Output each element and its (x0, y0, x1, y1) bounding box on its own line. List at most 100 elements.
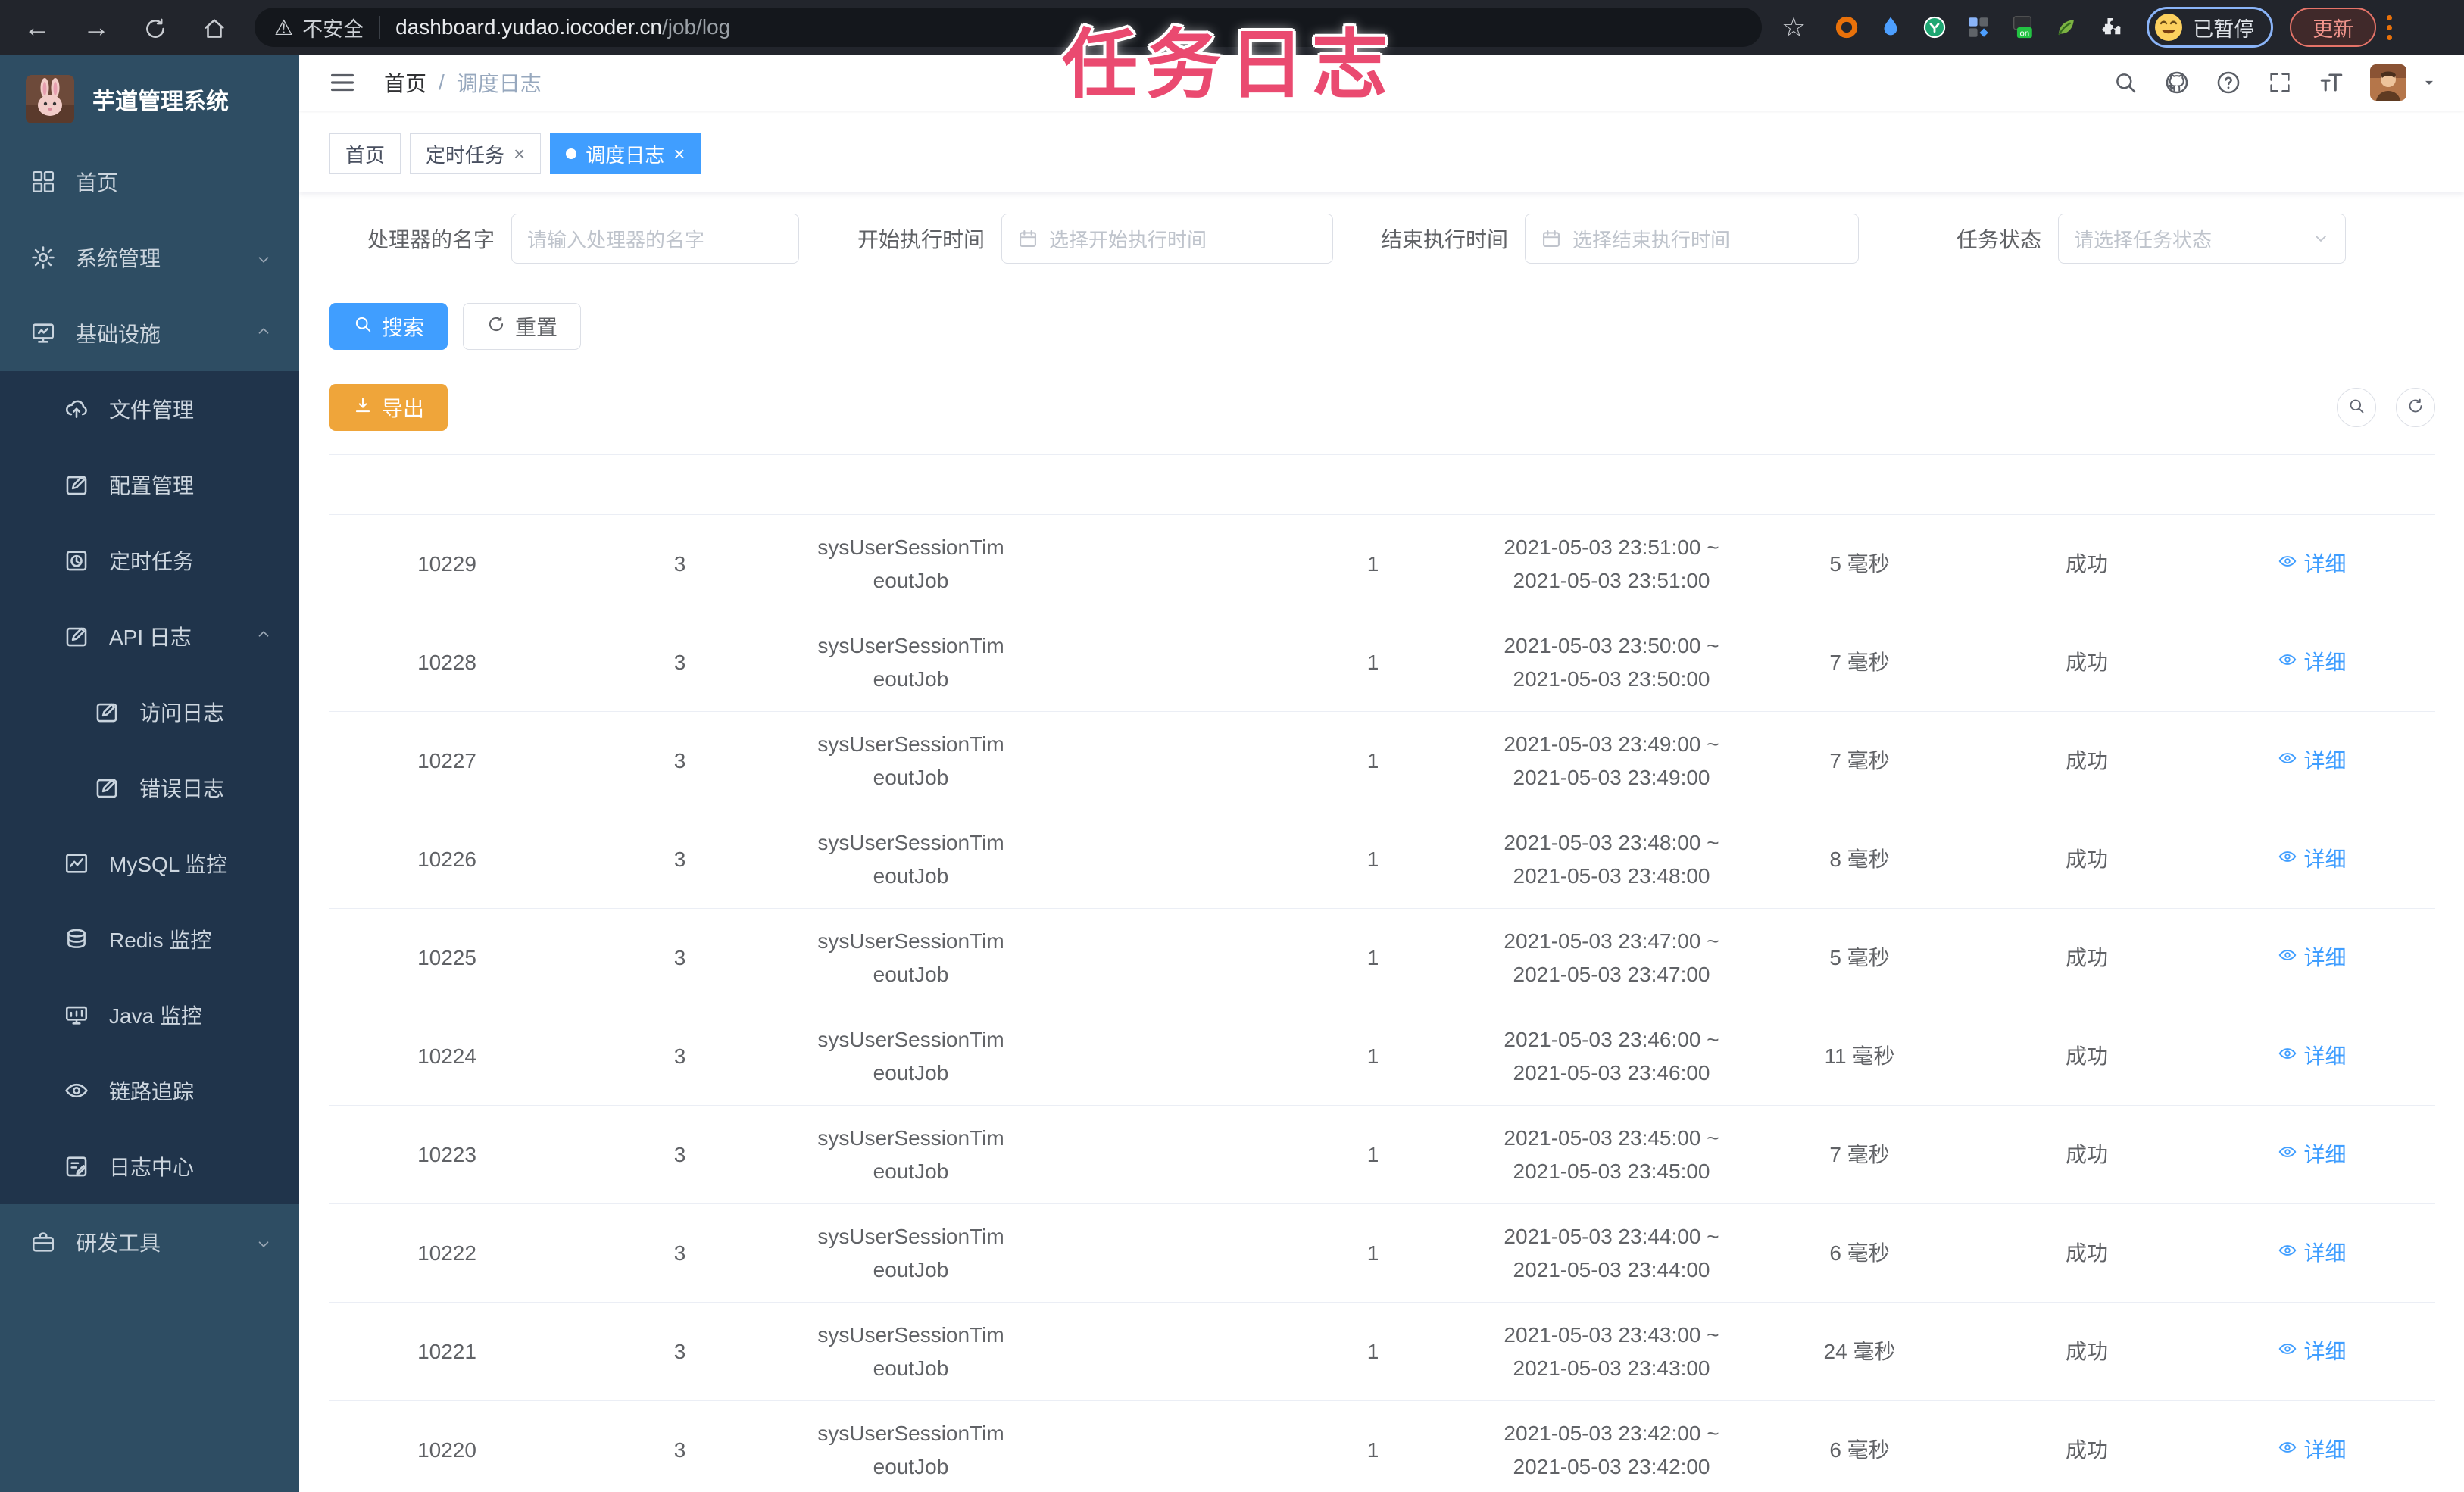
extension-grid-icon[interactable] (1965, 14, 1992, 41)
extension-green-circle-icon[interactable] (1921, 14, 1948, 41)
toolbox-icon (30, 1229, 56, 1255)
search-icon[interactable] (2113, 70, 2138, 95)
sidebar-item[interactable]: 错误日志 (0, 750, 299, 826)
eye-icon (2278, 843, 2297, 876)
text-size-icon[interactable] (2319, 70, 2344, 95)
sidebar-item[interactable]: 文件管理 (0, 371, 299, 447)
cell-log-id: 10227 (417, 748, 476, 773)
export-button[interactable]: 导出 (329, 384, 448, 431)
sidebar-item[interactable]: 链路追踪 (0, 1053, 299, 1128)
caret-down-icon[interactable] (2422, 75, 2437, 90)
back-icon[interactable]: ← (8, 11, 67, 43)
browser-update-button[interactable]: 更新 (2290, 8, 2377, 47)
task-status-select[interactable]: 请选择任务状态 (2058, 214, 2347, 264)
close-icon[interactable]: × (673, 142, 685, 166)
close-icon[interactable]: × (514, 142, 525, 166)
help-icon[interactable] (2216, 70, 2241, 95)
cell-round: 1 (1366, 551, 1379, 576)
edit-icon (94, 699, 120, 725)
browser-profile-chip[interactable]: 已暂停 (2147, 7, 2274, 48)
cell-duration: 7 毫秒 (1829, 1142, 1890, 1166)
extension-ring-icon[interactable] (1833, 14, 1860, 41)
sidebar-item[interactable]: 配置管理 (0, 447, 299, 523)
tab[interactable]: 定时任务 × (410, 133, 542, 174)
hamburger-icon[interactable] (328, 68, 357, 97)
cell-status: 成功 (2065, 847, 2108, 871)
cell-handler: sysUserSessionTimeoutJob (817, 1126, 1004, 1183)
detail-link[interactable]: 详细 (2278, 744, 2347, 777)
detail-link[interactable]: 详细 (2278, 1138, 2347, 1171)
app-logo[interactable]: 芋道管理系统 (0, 55, 299, 144)
cell-round: 1 (1366, 1437, 1379, 1462)
sidebar-item[interactable]: 日志中心 (0, 1128, 299, 1204)
cell-log-id: 10222 (417, 1241, 476, 1265)
sidebar-item[interactable]: 系统管理 (0, 220, 299, 295)
eye-icon (2278, 1237, 2297, 1269)
sidebar-item[interactable]: API 日志 (0, 598, 299, 674)
cloud-upload-icon (64, 396, 89, 422)
tab[interactable]: 首页 × (329, 133, 401, 174)
user-avatar[interactable] (2370, 64, 2406, 101)
home-icon[interactable] (185, 11, 244, 43)
search-button[interactable]: 搜索 (329, 303, 448, 350)
forward-icon[interactable]: → (67, 11, 126, 43)
sidebar-item[interactable]: 首页 (0, 144, 299, 220)
breadcrumb-separator: / (439, 70, 445, 94)
detail-link[interactable]: 详细 (2278, 548, 2347, 580)
extension-leaf-icon[interactable] (2053, 14, 2080, 41)
sidebar-item[interactable]: 研发工具 (0, 1204, 299, 1280)
handler-name-input[interactable]: 请输入处理器的名字 (511, 214, 800, 264)
detail-link[interactable]: 详细 (2278, 1237, 2347, 1269)
toggle-search-button[interactable] (2337, 388, 2376, 427)
browser-menu-icon[interactable] (2387, 14, 2393, 40)
url-bar[interactable]: ⚠ 不安全 dashboard.yudao.iocoder.cn /job/lo… (255, 8, 1762, 47)
github-icon[interactable] (2164, 70, 2190, 95)
cell-exec-time: 2021-05-03 23:42:00 ~ 2021-05-03 23:42:0… (1504, 1422, 1719, 1478)
extension-on-badge-icon[interactable]: on (2009, 14, 2036, 41)
tab[interactable]: 调度日志 × (550, 133, 701, 174)
cell-task-id: 3 (673, 1437, 686, 1462)
start-time-label: 开始执行时间 (857, 228, 985, 251)
log-table: 10229 3 sysUserSessionTimeoutJob 1 2021-… (329, 454, 2435, 1492)
detail-link[interactable]: 详细 (2278, 843, 2347, 876)
detail-link[interactable]: 详细 (2278, 1040, 2347, 1072)
url-path: /job/log (661, 15, 731, 39)
extension-icons: on (1833, 14, 2124, 41)
table-row: 10221 3 sysUserSessionTimeoutJob 1 2021-… (329, 1303, 2435, 1401)
sidebar-item[interactable]: 访问日志 (0, 674, 299, 750)
detail-link[interactable]: 详细 (2278, 646, 2347, 679)
cell-round: 1 (1366, 1241, 1379, 1265)
sidebar-item[interactable]: 基础设施 (0, 295, 299, 371)
cell-duration: 24 毫秒 (1823, 1339, 1896, 1363)
extension-drop-icon[interactable] (1877, 14, 1904, 41)
reset-button[interactable]: 重置 (463, 303, 582, 350)
cell-round: 1 (1366, 1044, 1379, 1068)
sidebar-item[interactable]: 定时任务 (0, 523, 299, 598)
extensions-puzzle-icon[interactable] (2097, 14, 2124, 41)
filter-buttons: 搜索 重置 (329, 303, 582, 350)
monitor-icon (30, 320, 56, 346)
detail-link[interactable]: 详细 (2278, 1434, 2347, 1466)
sidebar-item[interactable]: Java 监控 (0, 977, 299, 1053)
cell-handler: sysUserSessionTimeoutJob (817, 1028, 1004, 1085)
table-header (329, 454, 2435, 515)
timer-icon (64, 548, 89, 573)
sidebar-item[interactable]: Redis 监控 (0, 901, 299, 977)
detail-link[interactable]: 详细 (2278, 941, 2347, 974)
cell-exec-time: 2021-05-03 23:47:00 ~ 2021-05-03 23:47:0… (1504, 929, 1719, 986)
start-time-input[interactable]: 选择开始执行时间 (1001, 214, 1334, 264)
table-row: 10223 3 sysUserSessionTimeoutJob 1 2021-… (329, 1106, 2435, 1204)
reload-icon[interactable] (126, 11, 185, 43)
refresh-table-button[interactable] (2396, 388, 2435, 427)
topbar: 首页 / 调度日志 (299, 55, 2464, 111)
cell-exec-time: 2021-05-03 23:44:00 ~ 2021-05-03 23:44:0… (1504, 1225, 1719, 1281)
breadcrumb-home[interactable]: 首页 (384, 67, 426, 98)
sidebar-item[interactable]: MySQL 监控 (0, 826, 299, 901)
end-time-input[interactable]: 选择结束执行时间 (1525, 214, 1860, 264)
cell-log-id: 10229 (417, 551, 476, 576)
detail-link[interactable]: 详细 (2278, 1335, 2347, 1368)
bookmark-star-icon[interactable]: ☆ (1782, 11, 1806, 43)
breadcrumb-current: 调度日志 (456, 72, 542, 95)
fullscreen-icon[interactable] (2267, 70, 2293, 95)
cell-task-id: 3 (673, 1044, 686, 1068)
